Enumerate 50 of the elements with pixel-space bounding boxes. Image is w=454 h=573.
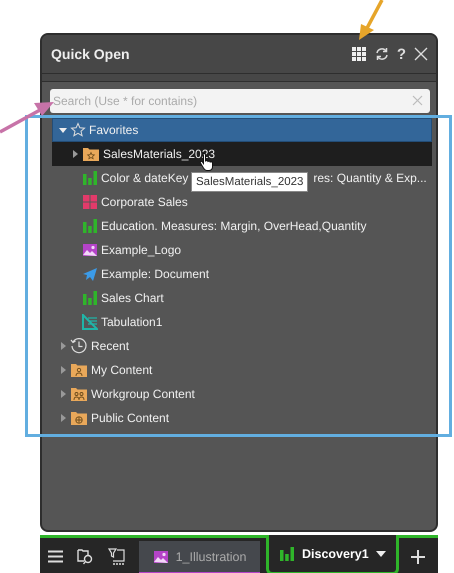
- expand-arrow-icon[interactable]: [59, 390, 67, 398]
- tree-item[interactable]: My Content: [52, 358, 432, 382]
- history-icon: [70, 337, 88, 355]
- bar-chart-icon: [82, 218, 98, 234]
- refresh-button[interactable]: [374, 47, 389, 61]
- image-icon: [82, 242, 98, 258]
- star-folder-icon: [82, 146, 100, 162]
- bar-chart-icon: [279, 546, 295, 562]
- tree-item-text: res: Quantity & Exp...: [313, 171, 427, 185]
- tiles-icon: [82, 194, 98, 210]
- tooltip: SalesMaterials_2023: [191, 172, 308, 192]
- user-folder-icon: [70, 362, 88, 378]
- group-folder-icon: [70, 386, 88, 402]
- tree-item[interactable]: Public Content: [52, 406, 432, 430]
- tree-item[interactable]: Example: Document: [52, 262, 432, 286]
- image-icon: [152, 548, 169, 564]
- help-button[interactable]: ?: [396, 46, 406, 62]
- tree-item[interactable]: Education. Measures: Margin, OverHead,Quantity: [52, 214, 432, 238]
- filter-monitor-button[interactable]: [108, 548, 125, 565]
- tree-item[interactable]: Favorites: [52, 118, 432, 142]
- tree-item[interactable]: Workgroup Content: [52, 382, 432, 406]
- tree-item[interactable]: Sales Chart: [52, 286, 432, 310]
- tree-item[interactable]: SalesMaterials_2023: [52, 142, 432, 166]
- expand-arrow-icon[interactable]: [59, 342, 67, 350]
- panel-title: Quick Open: [51, 46, 131, 62]
- caret-icon[interactable]: [376, 550, 386, 556]
- close-button[interactable]: [414, 47, 428, 61]
- search-field[interactable]: Search (Use * for contains): [50, 89, 430, 113]
- menu-button[interactable]: [48, 550, 63, 563]
- bar-chart-icon: [82, 170, 98, 186]
- star-icon: [70, 122, 86, 138]
- tree-item[interactable]: Recent: [52, 334, 432, 358]
- folder-search-button[interactable]: [77, 548, 94, 565]
- annotation-arrow: [358, 0, 384, 42]
- collapse-arrow-icon[interactable]: [59, 126, 67, 134]
- globe-folder-icon: [70, 410, 88, 426]
- expand-arrow-icon[interactable]: [71, 150, 79, 158]
- expand-arrow-icon[interactable]: [59, 366, 67, 374]
- ruler-triangle-icon: [82, 314, 98, 330]
- grid-button[interactable]: [352, 46, 367, 62]
- tree-item[interactable]: Corporate Sales: [52, 190, 432, 214]
- document-tab[interactable]: 1_Illustration: [139, 541, 260, 573]
- paper-plane-icon: [82, 266, 98, 282]
- tree-item[interactable]: Tabulation1: [52, 310, 432, 334]
- bar-chart-icon: [82, 290, 98, 306]
- expand-arrow-icon[interactable]: [59, 414, 67, 422]
- tree-item[interactable]: Example_Logo: [52, 238, 432, 262]
- add-tab-button[interactable]: [411, 550, 426, 564]
- tree-item[interactable]: Color & dateKey: [101, 171, 188, 185]
- document-tab[interactable]: Discovery1: [266, 535, 399, 573]
